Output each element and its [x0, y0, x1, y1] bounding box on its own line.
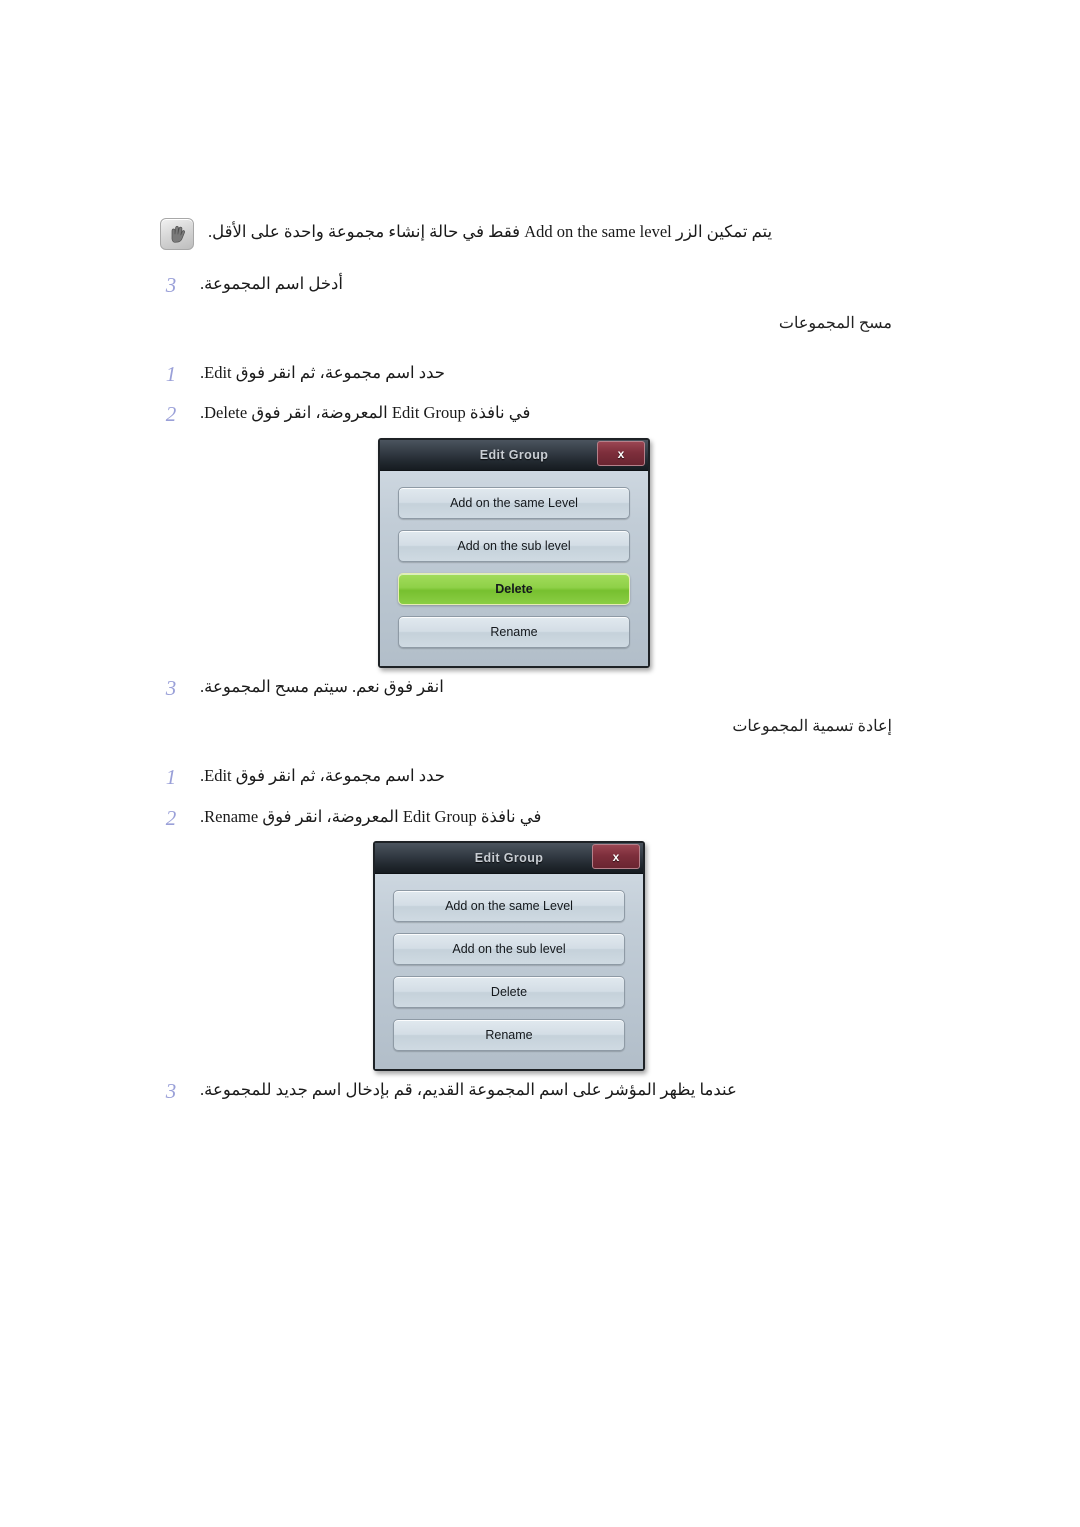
step-number: 1: [165, 765, 177, 789]
close-icon[interactable]: x: [592, 844, 640, 869]
step-number: 1: [165, 362, 177, 386]
note-pencil-icon: [160, 218, 194, 250]
dialog-titlebar: Edit Group x: [375, 843, 643, 874]
add-on-same-level-button[interactable]: Add on the same Level: [398, 487, 630, 519]
step-row-enter-group-name: 3 أدخل اسم المجموعة.: [160, 272, 920, 298]
step-row-delete-3: 3 انقر فوق نعم. سيتم مسح المجموعة.: [160, 675, 920, 701]
add-on-sub-level-button[interactable]: Add on the sub level: [393, 933, 625, 965]
edit-group-dialog-rename[interactable]: Edit Group x Add on the same Level Add o…: [373, 841, 645, 1071]
step-number: 2: [165, 402, 177, 426]
step-number: 2: [165, 806, 177, 830]
step-row-rename-2: 2 في نافذة Edit Group المعروضة، انقر فوق…: [160, 805, 920, 831]
document-page: يتم تمكين الزر Add on the same level فقط…: [0, 0, 1080, 1527]
step-text: انقر فوق نعم. سيتم مسح المجموعة.: [200, 677, 444, 696]
close-icon[interactable]: x: [597, 441, 645, 466]
dialog-body: Add on the same Level Add on the sub lev…: [375, 874, 643, 1069]
rename-button[interactable]: Rename: [398, 616, 630, 648]
step-row-rename-1: 1 حدد اسم مجموعة، ثم انقر فوق Edit.: [160, 764, 920, 790]
section-heading-delete-groups: مسح المجموعات: [778, 315, 892, 332]
section-heading-rename-groups: إعادة تسمية المجموعات: [732, 718, 892, 735]
step-text: عندما يظهر المؤشر على اسم المجموعة القدي…: [200, 1080, 737, 1099]
step-text: حدد اسم مجموعة، ثم انقر فوق Edit.: [200, 363, 445, 382]
dialog-titlebar: Edit Group x: [380, 440, 648, 471]
dialog-title: Edit Group: [474, 851, 544, 865]
step-text: في نافذة Edit Group المعروضة، انقر فوق R…: [200, 807, 542, 826]
step-text: أدخل اسم المجموعة.: [200, 274, 343, 293]
step-text: حدد اسم مجموعة، ثم انقر فوق Edit.: [200, 766, 445, 785]
add-on-same-level-button[interactable]: Add on the same Level: [393, 890, 625, 922]
step-number: 3: [165, 273, 177, 297]
delete-button[interactable]: Delete: [398, 573, 630, 605]
delete-button[interactable]: Delete: [393, 976, 625, 1008]
add-on-sub-level-button[interactable]: Add on the sub level: [398, 530, 630, 562]
note-text: يتم تمكين الزر Add on the same level فقط…: [208, 222, 773, 241]
step-row-delete-1: 1 حدد اسم مجموعة، ثم انقر فوق Edit.: [160, 361, 920, 387]
edit-group-dialog-delete[interactable]: Edit Group x Add on the same Level Add o…: [378, 438, 650, 668]
step-row-delete-2: 2 في نافذة Edit Group المعروضة، انقر فوق…: [160, 401, 920, 427]
step-text: في نافذة Edit Group المعروضة، انقر فوق D…: [200, 403, 531, 422]
step-row-rename-3: 3 عندما يظهر المؤشر على اسم المجموعة الق…: [160, 1078, 920, 1104]
step-number: 3: [165, 1079, 177, 1103]
rename-button[interactable]: Rename: [393, 1019, 625, 1051]
note-callout: يتم تمكين الزر Add on the same level فقط…: [160, 218, 920, 250]
dialog-title: Edit Group: [479, 448, 549, 462]
dialog-body: Add on the same Level Add on the sub lev…: [380, 471, 648, 666]
step-number: 3: [165, 676, 177, 700]
